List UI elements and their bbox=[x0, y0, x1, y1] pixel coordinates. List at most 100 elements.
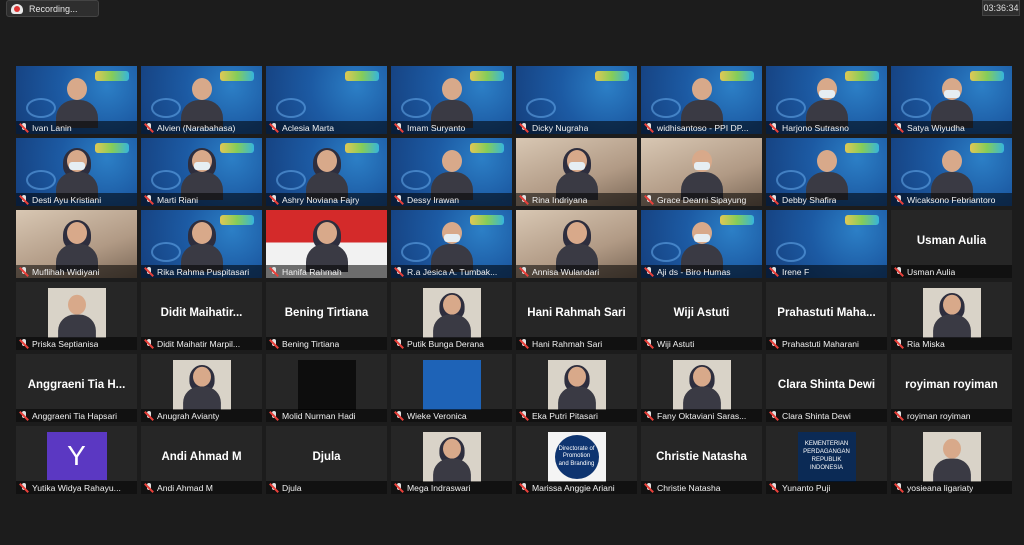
mic-muted-icon bbox=[394, 338, 404, 349]
participant-name-bar: Molid Nurman Hadi bbox=[266, 409, 387, 422]
participant-name: Andi Ahmad M bbox=[157, 482, 213, 493]
participant-tile[interactable]: Ashry Noviana Fajry bbox=[266, 138, 387, 206]
participant-tile[interactable]: Molid Nurman Hadi bbox=[266, 354, 387, 422]
participant-tile[interactable]: Hanifa Rahmah bbox=[266, 210, 387, 278]
participant-tile[interactable]: Harjono Sutrasno bbox=[766, 66, 887, 134]
profile-logo: Directorate of Promotion and Branding bbox=[554, 435, 599, 479]
participant-tile[interactable]: Anggraeni Tia H... Anggraeni Tia Hapsari bbox=[16, 354, 137, 422]
participant-name-bar: Dessy Irawan bbox=[391, 193, 512, 206]
participant-tile[interactable]: Hani Rahmah Sari Hani Rahmah Sari bbox=[516, 282, 637, 350]
participant-tile[interactable]: widhisantoso - PPI DP... bbox=[641, 66, 762, 134]
profile-photo bbox=[922, 288, 981, 338]
participant-name-bar: Anugrah Avianty bbox=[141, 409, 262, 422]
participant-tile[interactable]: Christie Natasha Christie Natasha bbox=[641, 426, 762, 494]
participant-figure bbox=[557, 365, 596, 410]
participant-figure bbox=[555, 220, 598, 272]
mic-muted-icon bbox=[769, 482, 779, 493]
participant-tile[interactable]: Anugrah Avianty bbox=[141, 354, 262, 422]
participant-name-bar: Hani Rahmah Sari bbox=[516, 337, 637, 350]
participant-name: Priska Septianisa bbox=[32, 338, 99, 349]
participant-name-bar: Wicaksono Febriantoro bbox=[891, 193, 1012, 206]
participant-name-bar: Mega Indraswari bbox=[391, 481, 512, 494]
participant-tile[interactable]: Directorate of Promotion and Branding Mar… bbox=[516, 426, 637, 494]
participant-name: Hani Rahmah Sari bbox=[532, 338, 603, 349]
participant-tile[interactable]: Grace Dearni Sipayung bbox=[641, 138, 762, 206]
participant-tile[interactable]: Aji ds - Biro Humas bbox=[641, 210, 762, 278]
participant-name-bar: Grace Dearni Sipayung bbox=[641, 193, 762, 206]
participant-tile[interactable]: Desti Ayu Kristiani bbox=[16, 138, 137, 206]
mic-muted-icon bbox=[644, 338, 654, 349]
mic-muted-icon bbox=[519, 410, 529, 421]
participant-tile[interactable]: Muflihah Widiyani bbox=[16, 210, 137, 278]
participant-name-bar: Prahastuti Maharani bbox=[766, 337, 887, 350]
participant-name-bar: Andi Ahmad M bbox=[141, 481, 262, 494]
participant-tile[interactable]: Mega Indraswari bbox=[391, 426, 512, 494]
participant-tile[interactable]: Wiji Astuti Wiji Astuti bbox=[641, 282, 762, 350]
participant-name: Usman Aulia bbox=[907, 266, 956, 277]
recording-indicator[interactable]: Recording... bbox=[6, 0, 99, 17]
participant-tile[interactable]: Clara Shinta Dewi Clara Shinta Dewi bbox=[766, 354, 887, 422]
recording-label: Recording... bbox=[29, 3, 78, 14]
participant-tile[interactable]: Fany Oktaviani Saras... bbox=[641, 354, 762, 422]
participant-tile[interactable]: Didit Maihatir... Didit Maihatir Marpil..… bbox=[141, 282, 262, 350]
participant-tile[interactable]: Debby Shafira bbox=[766, 138, 887, 206]
profile-photo bbox=[422, 432, 481, 482]
participant-tile[interactable]: Aclesia Marta bbox=[266, 66, 387, 134]
participant-tile[interactable]: Rika Rahma Puspitasari bbox=[141, 210, 262, 278]
participant-name: Djula bbox=[282, 482, 302, 493]
participant-name: Grace Dearni Sipayung bbox=[657, 194, 747, 205]
participant-tile[interactable]: Dicky Nugraha bbox=[516, 66, 637, 134]
participant-tile[interactable]: Ria Miska bbox=[891, 282, 1012, 350]
mic-muted-icon bbox=[269, 482, 279, 493]
participant-tile[interactable]: Eka Putri Pitasari bbox=[516, 354, 637, 422]
mic-muted-icon bbox=[519, 338, 529, 349]
participant-name-bar: Eka Putri Pitasari bbox=[516, 409, 637, 422]
participant-name: Dicky Nugraha bbox=[532, 122, 589, 133]
participant-tile[interactable]: Irene F bbox=[766, 210, 887, 278]
participant-tile[interactable]: Marti Riani bbox=[141, 138, 262, 206]
participant-tile[interactable]: Priska Septianisa bbox=[16, 282, 137, 350]
participant-name-bar: Christie Natasha bbox=[641, 481, 762, 494]
participant-figure bbox=[680, 150, 723, 200]
participant-tile[interactable]: Ivan Lanin bbox=[16, 66, 137, 134]
profile-photo bbox=[922, 432, 981, 482]
participant-tile[interactable]: R.a Jesica A. Tumbak... bbox=[391, 210, 512, 278]
participant-figure bbox=[682, 365, 721, 410]
participant-tile[interactable]: Bening Tirtiana Bening Tirtiana bbox=[266, 282, 387, 350]
mic-muted-icon bbox=[19, 410, 29, 421]
participant-tile[interactable]: Imam Suryanto bbox=[391, 66, 512, 134]
participant-tile[interactable]: Y Yutika Widya Rahayu... bbox=[16, 426, 137, 494]
participant-tile[interactable]: Djula Djula bbox=[266, 426, 387, 494]
participant-name: Molid Nurman Hadi bbox=[282, 410, 356, 421]
participant-display-name: Didit Maihatir... bbox=[160, 307, 243, 319]
participant-tile[interactable]: Wieke Veronica bbox=[391, 354, 512, 422]
participant-display-name: royiman royiman bbox=[905, 379, 998, 391]
participant-tile[interactable]: Andi Ahmad M Andi Ahmad M bbox=[141, 426, 262, 494]
participant-tile[interactable]: Satya Wiyudha bbox=[891, 66, 1012, 134]
participant-tile[interactable]: Putik Bunga Derana bbox=[391, 282, 512, 350]
participant-tile[interactable]: Prahastuti Maha... Prahastuti Maharani bbox=[766, 282, 887, 350]
participant-name: Ria Miska bbox=[907, 338, 945, 349]
participant-tile[interactable]: KEMENTERIAN PERDAGANGAN REPUBLIK INDONES… bbox=[766, 426, 887, 494]
participant-name: Muflihah Widiyani bbox=[32, 266, 100, 277]
mic-muted-icon bbox=[894, 338, 904, 349]
participant-tile[interactable]: Rina Indriyana bbox=[516, 138, 637, 206]
participant-name: Wicaksono Febriantoro bbox=[907, 194, 996, 205]
participant-tile[interactable]: royiman royiman royiman royiman bbox=[891, 354, 1012, 422]
participant-display-name: Wiji Astuti bbox=[673, 307, 730, 319]
participant-tile[interactable]: Dessy Irawan bbox=[391, 138, 512, 206]
participant-figure bbox=[805, 150, 848, 200]
participant-name: Christie Natasha bbox=[657, 482, 721, 493]
participant-name: Mega Indraswari bbox=[407, 482, 471, 493]
participant-name: Bening Tirtiana bbox=[282, 338, 340, 349]
participant-name: Didit Maihatir Marpil... bbox=[157, 338, 241, 349]
participant-tile[interactable]: yosieana ligariaty bbox=[891, 426, 1012, 494]
participant-tile[interactable]: Usman Aulia Usman Aulia bbox=[891, 210, 1012, 278]
participant-name: Wieke Veronica bbox=[407, 410, 467, 421]
participant-display-name: Prahastuti Maha... bbox=[777, 307, 876, 319]
mic-muted-icon bbox=[644, 122, 654, 133]
participant-tile[interactable]: Annisa Wulandari bbox=[516, 210, 637, 278]
participant-name-bar: Yunanto Puji bbox=[766, 481, 887, 494]
participant-tile[interactable]: Wicaksono Febriantoro bbox=[891, 138, 1012, 206]
participant-tile[interactable]: Alvien (Narabahasa) bbox=[141, 66, 262, 134]
